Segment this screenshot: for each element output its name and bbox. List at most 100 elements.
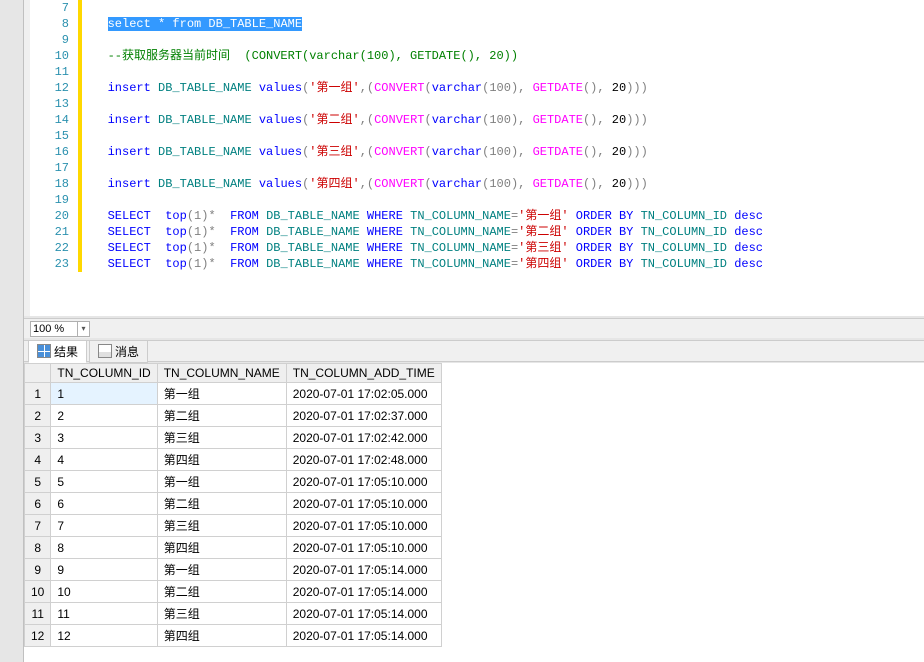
row-number[interactable]: 2 bbox=[25, 405, 51, 427]
row-number[interactable]: 10 bbox=[25, 581, 51, 603]
line-number: 13 bbox=[30, 96, 77, 112]
cell-time[interactable]: 2020-07-01 17:05:14.000 bbox=[286, 603, 441, 625]
table-row[interactable]: 1111第三组2020-07-01 17:05:14.000 bbox=[25, 603, 442, 625]
code-line[interactable]: SELECT top(1)* FROM DB_TABLE_NAME WHERE … bbox=[86, 208, 924, 224]
vertical-collapse-strip[interactable] bbox=[0, 0, 24, 662]
cell-id[interactable]: 11 bbox=[51, 603, 157, 625]
code-line[interactable]: insert DB_TABLE_NAME values('第四组',(CONVE… bbox=[86, 176, 924, 192]
results-grid[interactable]: TN_COLUMN_ID TN_COLUMN_NAME TN_COLUMN_AD… bbox=[24, 363, 924, 662]
cell-time[interactable]: 2020-07-01 17:02:05.000 bbox=[286, 383, 441, 405]
cell-id[interactable]: 5 bbox=[51, 471, 157, 493]
tab-label: 结果 bbox=[54, 343, 78, 360]
cell-name[interactable]: 第二组 bbox=[157, 493, 286, 515]
line-number: 11 bbox=[30, 64, 77, 80]
table-row[interactable]: 33第三组2020-07-01 17:02:42.000 bbox=[25, 427, 442, 449]
zoom-dropdown-icon[interactable]: ▾ bbox=[78, 321, 90, 337]
row-number[interactable]: 11 bbox=[25, 603, 51, 625]
code-line[interactable] bbox=[86, 128, 924, 144]
col-header-name[interactable]: TN_COLUMN_NAME bbox=[157, 364, 286, 383]
cell-id[interactable]: 7 bbox=[51, 515, 157, 537]
cell-time[interactable]: 2020-07-01 17:05:14.000 bbox=[286, 559, 441, 581]
code-line[interactable]: --获取服务器当前时间 (CONVERT(varchar(100), GETDA… bbox=[86, 48, 924, 64]
code-line[interactable]: SELECT top(1)* FROM DB_TABLE_NAME WHERE … bbox=[86, 256, 924, 272]
corner-cell[interactable] bbox=[25, 364, 51, 383]
cell-id[interactable]: 9 bbox=[51, 559, 157, 581]
tab-label: 消息 bbox=[115, 343, 139, 360]
cell-time[interactable]: 2020-07-01 17:05:10.000 bbox=[286, 493, 441, 515]
code-line[interactable]: insert DB_TABLE_NAME values('第一组',(CONVE… bbox=[86, 80, 924, 96]
cell-name[interactable]: 第一组 bbox=[157, 471, 286, 493]
cell-id[interactable]: 12 bbox=[51, 625, 157, 647]
cell-time[interactable]: 2020-07-01 17:05:14.000 bbox=[286, 581, 441, 603]
output-tabs: 结果 消息 bbox=[24, 340, 924, 362]
sql-editor[interactable]: 7891011121314151617181920212223 select *… bbox=[24, 0, 924, 316]
code-line[interactable]: SELECT top(1)* FROM DB_TABLE_NAME WHERE … bbox=[86, 224, 924, 240]
row-number[interactable]: 12 bbox=[25, 625, 51, 647]
cell-name[interactable]: 第三组 bbox=[157, 427, 286, 449]
cell-time[interactable]: 2020-07-01 17:05:10.000 bbox=[286, 471, 441, 493]
line-number: 9 bbox=[30, 32, 77, 48]
code-line[interactable]: insert DB_TABLE_NAME values('第二组',(CONVE… bbox=[86, 112, 924, 128]
table-row[interactable]: 44第四组2020-07-01 17:02:48.000 bbox=[25, 449, 442, 471]
col-header-time[interactable]: TN_COLUMN_ADD_TIME bbox=[286, 364, 441, 383]
code-line[interactable] bbox=[86, 96, 924, 112]
line-number: 8 bbox=[30, 16, 77, 32]
row-number[interactable]: 1 bbox=[25, 383, 51, 405]
cell-time[interactable]: 2020-07-01 17:05:10.000 bbox=[286, 537, 441, 559]
cell-name[interactable]: 第一组 bbox=[157, 559, 286, 581]
row-number[interactable]: 5 bbox=[25, 471, 51, 493]
cell-id[interactable]: 3 bbox=[51, 427, 157, 449]
line-number: 22 bbox=[30, 240, 77, 256]
cell-name[interactable]: 第三组 bbox=[157, 515, 286, 537]
table-row[interactable]: 88第四组2020-07-01 17:05:10.000 bbox=[25, 537, 442, 559]
row-number[interactable]: 6 bbox=[25, 493, 51, 515]
col-header-id[interactable]: TN_COLUMN_ID bbox=[51, 364, 157, 383]
table-row[interactable]: 66第二组2020-07-01 17:05:10.000 bbox=[25, 493, 442, 515]
table-row[interactable]: 22第二组2020-07-01 17:02:37.000 bbox=[25, 405, 442, 427]
cell-id[interactable]: 2 bbox=[51, 405, 157, 427]
grid-icon bbox=[37, 344, 51, 358]
cell-time[interactable]: 2020-07-01 17:02:37.000 bbox=[286, 405, 441, 427]
table-row[interactable]: 1010第二组2020-07-01 17:05:14.000 bbox=[25, 581, 442, 603]
code-line[interactable]: SELECT top(1)* FROM DB_TABLE_NAME WHERE … bbox=[86, 240, 924, 256]
code-line[interactable] bbox=[86, 192, 924, 208]
cell-id[interactable]: 10 bbox=[51, 581, 157, 603]
code-content[interactable]: select * from DB_TABLE_NAME --获取服务器当前时间 … bbox=[86, 0, 924, 272]
cell-name[interactable]: 第四组 bbox=[157, 625, 286, 647]
zoom-input[interactable] bbox=[30, 321, 78, 337]
code-line[interactable]: select * from DB_TABLE_NAME bbox=[86, 16, 924, 32]
selected-text[interactable]: select * from DB_TABLE_NAME bbox=[108, 17, 302, 31]
code-line[interactable] bbox=[86, 0, 924, 16]
table-row[interactable]: 55第一组2020-07-01 17:05:10.000 bbox=[25, 471, 442, 493]
cell-name[interactable]: 第四组 bbox=[157, 449, 286, 471]
code-line[interactable] bbox=[86, 160, 924, 176]
table-row[interactable]: 77第三组2020-07-01 17:05:10.000 bbox=[25, 515, 442, 537]
row-number[interactable]: 7 bbox=[25, 515, 51, 537]
cell-name[interactable]: 第四组 bbox=[157, 537, 286, 559]
cell-id[interactable]: 8 bbox=[51, 537, 157, 559]
cell-name[interactable]: 第一组 bbox=[157, 383, 286, 405]
line-number: 19 bbox=[30, 192, 77, 208]
cell-name[interactable]: 第二组 bbox=[157, 581, 286, 603]
table-row[interactable]: 11第一组2020-07-01 17:02:05.000 bbox=[25, 383, 442, 405]
table-row[interactable]: 1212第四组2020-07-01 17:05:14.000 bbox=[25, 625, 442, 647]
cell-name[interactable]: 第三组 bbox=[157, 603, 286, 625]
row-number[interactable]: 9 bbox=[25, 559, 51, 581]
tab-messages[interactable]: 消息 bbox=[89, 340, 148, 363]
code-line[interactable] bbox=[86, 32, 924, 48]
cell-time[interactable]: 2020-07-01 17:05:14.000 bbox=[286, 625, 441, 647]
code-line[interactable] bbox=[86, 64, 924, 80]
code-line[interactable]: insert DB_TABLE_NAME values('第三组',(CONVE… bbox=[86, 144, 924, 160]
row-number[interactable]: 3 bbox=[25, 427, 51, 449]
row-number[interactable]: 4 bbox=[25, 449, 51, 471]
cell-time[interactable]: 2020-07-01 17:02:48.000 bbox=[286, 449, 441, 471]
cell-time[interactable]: 2020-07-01 17:02:42.000 bbox=[286, 427, 441, 449]
cell-id[interactable]: 1 bbox=[51, 383, 157, 405]
cell-name[interactable]: 第二组 bbox=[157, 405, 286, 427]
table-row[interactable]: 99第一组2020-07-01 17:05:14.000 bbox=[25, 559, 442, 581]
row-number[interactable]: 8 bbox=[25, 537, 51, 559]
tab-results[interactable]: 结果 bbox=[28, 340, 87, 363]
cell-time[interactable]: 2020-07-01 17:05:10.000 bbox=[286, 515, 441, 537]
cell-id[interactable]: 6 bbox=[51, 493, 157, 515]
cell-id[interactable]: 4 bbox=[51, 449, 157, 471]
